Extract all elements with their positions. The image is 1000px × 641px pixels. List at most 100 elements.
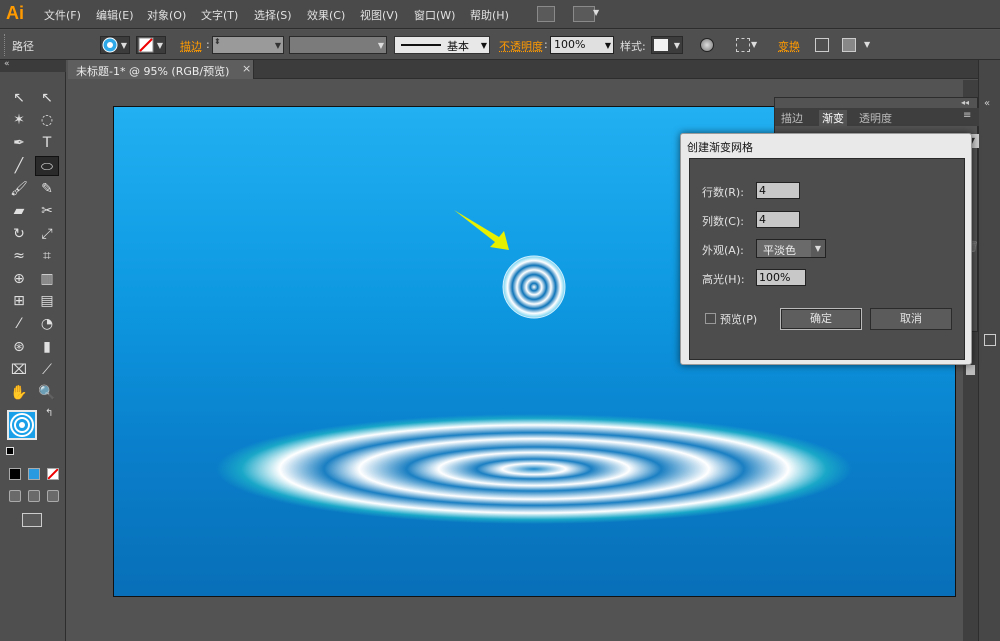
menu-object[interactable]: 对象(O) xyxy=(147,7,186,23)
scroll-thumb[interactable] xyxy=(966,365,975,375)
menu-type[interactable]: 文字(T) xyxy=(201,7,238,23)
line-tool-icon[interactable]: ╱ xyxy=(9,156,29,176)
warp-tool-icon[interactable]: ≈ xyxy=(9,246,29,266)
mesh-tool-icon[interactable]: ⊞ xyxy=(9,291,29,311)
no-stroke-icon xyxy=(138,37,154,53)
chevron-down-icon[interactable]: ▼ xyxy=(751,40,757,49)
type-tool-icon[interactable]: T xyxy=(37,133,57,153)
draw-inside-icon[interactable] xyxy=(47,490,59,502)
eyedropper-icon[interactable]: ⁄ xyxy=(9,314,29,334)
panel-menu-icon[interactable]: ≡ xyxy=(963,110,971,121)
draw-behind-icon[interactable] xyxy=(28,490,40,502)
chevron-down-icon: ▼ xyxy=(120,41,127,50)
stepper-icon[interactable]: ⬍ xyxy=(214,37,221,46)
rows-input[interactable]: 4 xyxy=(756,182,800,199)
slice-tool-icon[interactable]: ⟋ xyxy=(37,360,57,380)
collapse-icon[interactable]: « xyxy=(984,98,990,109)
colon-text: : xyxy=(544,38,548,51)
brush-definition[interactable]: 基本 ▼ xyxy=(394,36,490,54)
zoom-tool-icon[interactable]: 🔍 xyxy=(37,383,57,403)
symbol-sprayer-icon[interactable]: ⊛ xyxy=(9,337,29,357)
chevron-down-icon[interactable]: ▼ xyxy=(864,40,870,49)
tab-stroke[interactable]: 描边 xyxy=(781,110,803,126)
scale-tool-icon[interactable]: ⤢ xyxy=(37,224,57,244)
appearance-select[interactable]: 平淡色 ▼ xyxy=(756,239,826,258)
none-mode-icon[interactable] xyxy=(47,468,59,480)
recolor-artwork-icon[interactable] xyxy=(700,38,714,52)
cancel-button[interactable]: 取消 xyxy=(870,308,952,330)
document-tab-bar: 未标题-1* @ 95% (RGB/预览) × xyxy=(68,60,978,79)
menu-file[interactable]: 文件(F) xyxy=(44,7,81,23)
graphic-style-picker[interactable]: ▼ xyxy=(651,36,683,54)
collapse-icon[interactable]: « xyxy=(4,59,10,69)
ripple-circle[interactable] xyxy=(502,255,566,319)
default-colors-icon[interactable] xyxy=(6,447,14,455)
menu-edit[interactable]: 编辑(E) xyxy=(96,7,134,23)
arrange-icon[interactable] xyxy=(842,38,856,52)
opacity-field[interactable]: 100% ▼ xyxy=(550,36,614,54)
blend-tool-icon[interactable]: ◔ xyxy=(37,314,57,334)
dialog-body: 行数(R): 4 列数(C): 4 外观(A): 平淡色 ▼ 高光(H): 10… xyxy=(689,158,965,360)
chevron-down-icon: ▼ xyxy=(811,240,825,257)
graph-tool-icon[interactable]: ▥ xyxy=(37,269,57,289)
shape-builder-icon[interactable]: ⊕ xyxy=(9,269,29,289)
pen-tool-icon[interactable]: ✒ xyxy=(9,133,29,153)
screen-mode-icon[interactable] xyxy=(22,513,42,527)
preview-label[interactable]: 预览(P) xyxy=(720,311,757,327)
eraser-icon[interactable]: ▰ xyxy=(9,201,29,221)
menu-help[interactable]: 帮助(H) xyxy=(470,7,509,23)
tab-gradient[interactable]: 渐变 xyxy=(819,110,847,126)
artboard-tool-icon[interactable]: ⌧ xyxy=(9,360,29,380)
menu-effect[interactable]: 效果(C) xyxy=(307,7,345,23)
gradient-mode-icon[interactable] xyxy=(28,468,40,480)
rotate-tool-icon[interactable]: ↻ xyxy=(9,224,29,244)
column-graph-icon[interactable]: ▮ xyxy=(37,337,57,357)
stroke-swatch[interactable]: ▼ xyxy=(136,36,166,54)
chevron-down-icon[interactable]: ▼ xyxy=(275,41,281,50)
direct-selection-tool-icon[interactable]: ↖ xyxy=(37,88,57,108)
opacity-link[interactable]: 不透明度 xyxy=(499,38,543,54)
ellipse-tool-icon[interactable]: ⬭ xyxy=(35,156,59,176)
fill-swatch[interactable]: ▼ xyxy=(100,36,130,54)
fill-color-box[interactable] xyxy=(7,410,37,440)
variable-width-profile[interactable]: ▼ xyxy=(289,36,387,54)
menu-window[interactable]: 窗口(W) xyxy=(414,7,455,23)
panel-icon[interactable] xyxy=(984,334,996,346)
ok-button[interactable]: 确定 xyxy=(780,308,862,330)
app-logo: Ai xyxy=(6,3,24,23)
selection-tool-icon[interactable]: ↖ xyxy=(9,88,29,108)
transform-link[interactable]: 变换 xyxy=(778,38,800,54)
columns-label: 列数(C): xyxy=(702,215,744,228)
menu-view[interactable]: 视图(V) xyxy=(360,7,398,23)
magic-wand-icon[interactable]: ✶ xyxy=(9,110,29,130)
align-icon[interactable] xyxy=(736,38,750,52)
menu-select[interactable]: 选择(S) xyxy=(254,7,292,23)
highlight-input[interactable]: 100% xyxy=(756,269,806,286)
arrange-documents-icon[interactable] xyxy=(573,6,595,22)
free-transform-icon[interactable]: ⌗ xyxy=(37,246,57,266)
stroke-weight-field[interactable]: ⬍ ▼ xyxy=(212,36,284,54)
collapse-icon[interactable]: ◂◂ xyxy=(961,98,969,107)
hand-tool-icon[interactable]: ✋ xyxy=(9,383,29,403)
stroke-link[interactable]: 描边 xyxy=(180,38,202,54)
columns-input[interactable]: 4 xyxy=(756,211,800,228)
gradient-tool-icon[interactable]: ▤ xyxy=(37,291,57,311)
pencil-icon[interactable]: ✎ xyxy=(37,179,57,199)
paintbrush-icon[interactable]: 🖌 xyxy=(9,179,29,199)
chevron-down-icon[interactable]: ▼ xyxy=(593,8,599,17)
document-tab[interactable]: 未标题-1* @ 95% (RGB/预览) × xyxy=(68,60,254,79)
ripple-ellipse[interactable] xyxy=(216,414,852,524)
lasso-icon[interactable]: ◌ xyxy=(37,110,57,130)
bridge-icon[interactable] xyxy=(537,6,555,22)
scissors-icon[interactable]: ✂ xyxy=(37,201,57,221)
tab-transparency[interactable]: 透明度 xyxy=(859,110,892,126)
color-mode-icon[interactable] xyxy=(9,468,21,480)
preview-checkbox[interactable] xyxy=(705,313,716,324)
close-icon[interactable]: × xyxy=(242,62,251,75)
chevron-down-icon: ▼ xyxy=(673,41,680,50)
grip-handle[interactable] xyxy=(4,34,6,56)
isolate-icon[interactable] xyxy=(815,38,829,52)
draw-normal-icon[interactable] xyxy=(9,490,21,502)
swap-icon[interactable]: ↰ xyxy=(45,408,53,419)
tools-panel-header[interactable]: « xyxy=(0,59,66,72)
